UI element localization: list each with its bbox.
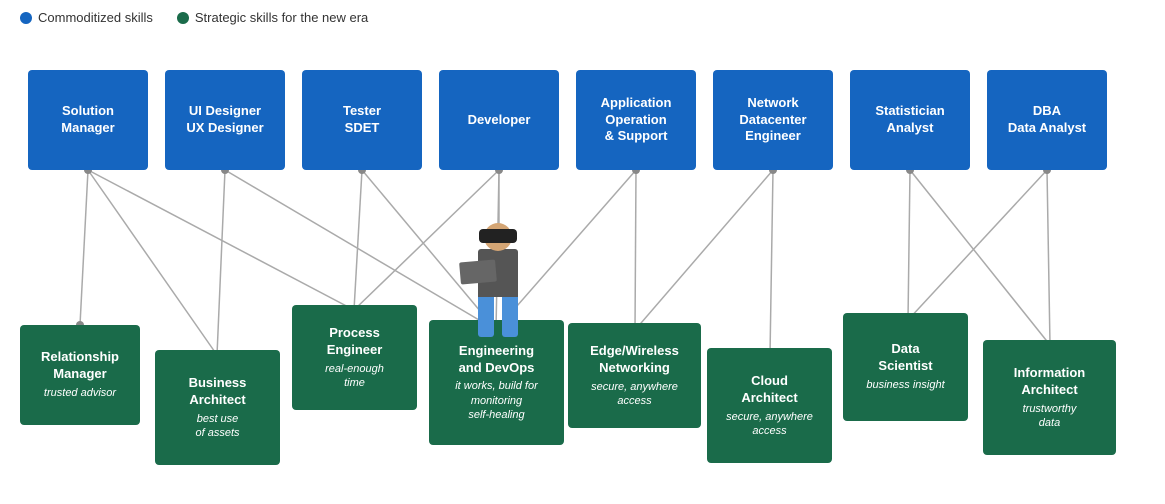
card-dba: DBAData Analyst bbox=[987, 70, 1107, 170]
legend: Commoditized skills Strategic skills for… bbox=[0, 0, 1165, 35]
card-developer-title: Developer bbox=[468, 112, 531, 129]
card-ui-designer-title: UI DesignerUX Designer bbox=[186, 103, 263, 137]
card-data-scientist-subtitle: business insight bbox=[866, 378, 944, 392]
card-statistician: StatisticianAnalyst bbox=[850, 70, 970, 170]
card-statistician-title: StatisticianAnalyst bbox=[875, 103, 944, 137]
card-cloud-architect: CloudArchitect secure, anywhereaccess bbox=[707, 348, 832, 463]
card-cloud-architect-subtitle: secure, anywhereaccess bbox=[726, 410, 813, 439]
card-business-architect-title: BusinessArchitect bbox=[189, 375, 247, 409]
card-network-dc: NetworkDatacenterEngineer bbox=[713, 70, 833, 170]
card-info-architect: InformationArchitect trustworthydata bbox=[983, 340, 1116, 455]
card-data-scientist: DataScientist business insight bbox=[843, 313, 968, 421]
card-process-engineer: ProcessEngineer real-enoughtime bbox=[292, 305, 417, 410]
card-engineering-devops-title: Engineeringand DevOps bbox=[459, 343, 535, 377]
card-engineering-devops-subtitle: it works, build formonitoringself-healin… bbox=[455, 379, 538, 422]
legend-commoditized: Commoditized skills bbox=[20, 10, 153, 25]
card-solution-manager-title: SolutionManager bbox=[61, 103, 114, 137]
card-app-ops-title: ApplicationOperation& Support bbox=[601, 95, 672, 146]
diagram: SolutionManager UI DesignerUX Designer T… bbox=[0, 35, 1165, 495]
card-relationship-manager: RelationshipManager trusted advisor bbox=[20, 325, 140, 425]
card-info-architect-title: InformationArchitect bbox=[1014, 365, 1086, 399]
card-tester: TesterSDET bbox=[302, 70, 422, 170]
strategic-label: Strategic skills for the new era bbox=[195, 10, 368, 25]
card-process-engineer-subtitle: real-enoughtime bbox=[325, 362, 384, 391]
strategic-dot bbox=[177, 12, 189, 24]
card-info-architect-subtitle: trustworthydata bbox=[1023, 402, 1077, 431]
person-figure bbox=[468, 223, 528, 343]
card-edge-networking-title: Edge/WirelessNetworking bbox=[590, 343, 679, 377]
card-network-dc-title: NetworkDatacenterEngineer bbox=[739, 95, 806, 146]
card-dba-title: DBAData Analyst bbox=[1008, 103, 1086, 137]
card-app-ops: ApplicationOperation& Support bbox=[576, 70, 696, 170]
card-cloud-architect-title: CloudArchitect bbox=[741, 373, 797, 407]
card-data-scientist-title: DataScientist bbox=[878, 341, 932, 375]
card-relationship-manager-subtitle: trusted advisor bbox=[44, 386, 116, 400]
commoditized-label: Commoditized skills bbox=[38, 10, 153, 25]
card-solution-manager: SolutionManager bbox=[28, 70, 148, 170]
card-business-architect: BusinessArchitect best useof assets bbox=[155, 350, 280, 465]
card-process-engineer-title: ProcessEngineer bbox=[327, 325, 383, 359]
card-tester-title: TesterSDET bbox=[343, 103, 381, 137]
card-business-architect-subtitle: best useof assets bbox=[195, 412, 239, 441]
card-relationship-manager-title: RelationshipManager bbox=[41, 349, 119, 383]
legend-strategic: Strategic skills for the new era bbox=[177, 10, 368, 25]
card-developer: Developer bbox=[439, 70, 559, 170]
card-ui-designer: UI DesignerUX Designer bbox=[165, 70, 285, 170]
card-edge-networking: Edge/WirelessNetworking secure, anywhere… bbox=[568, 323, 701, 428]
commoditized-dot bbox=[20, 12, 32, 24]
card-edge-networking-subtitle: secure, anywhereaccess bbox=[591, 380, 678, 409]
